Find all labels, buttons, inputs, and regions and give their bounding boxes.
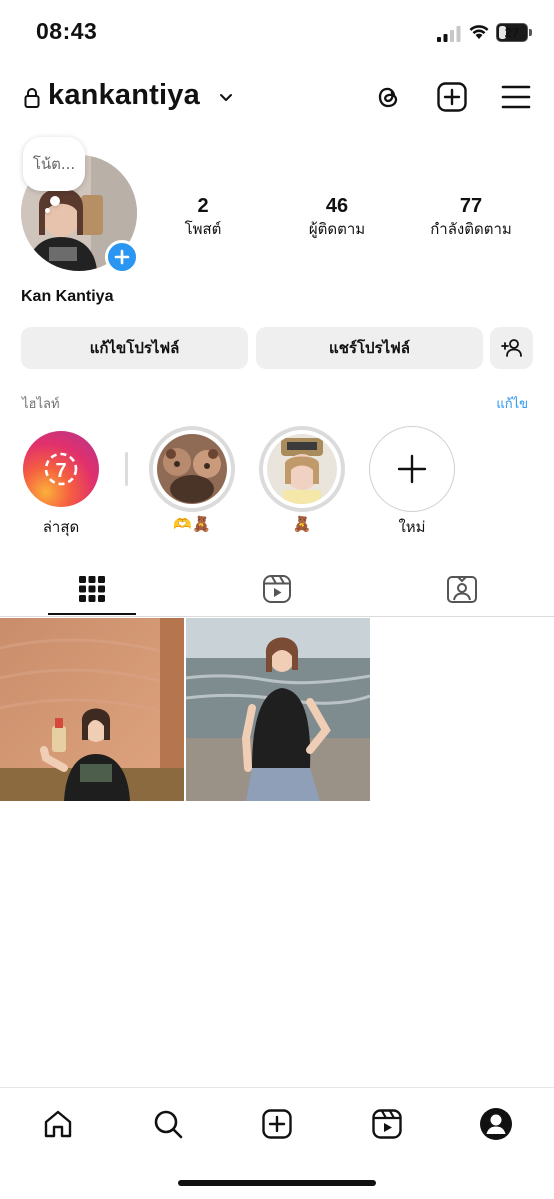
cellular-signal-icon — [437, 26, 461, 42]
note-bubble-tail-small — [45, 208, 50, 213]
chevron-down-icon[interactable] — [219, 90, 233, 104]
posts-label: โพสต์ — [184, 220, 222, 238]
reels-icon — [263, 575, 291, 603]
highlight-cover-1 — [149, 426, 235, 512]
menu-icon[interactable] — [501, 84, 531, 110]
grid-icon — [79, 576, 105, 602]
highlight-cover-2 — [259, 426, 345, 512]
lock-icon — [24, 88, 40, 108]
status-time: 08:43 — [36, 18, 98, 44]
post-photo-2 — [186, 618, 370, 801]
highlight-new-label: ใหม่ — [398, 518, 426, 536]
stat-followers[interactable]: 46 ผู้ติดตาม — [272, 194, 402, 240]
highlights-edit-link[interactable]: แก้ไข — [496, 393, 528, 414]
search-icon — [154, 1110, 183, 1139]
followers-label: ผู้ติดตาม — [308, 220, 366, 238]
battery-percent: 27 — [504, 25, 520, 40]
create-post-button[interactable] — [435, 80, 469, 114]
username-switcher[interactable]: kankantiya — [48, 79, 200, 112]
note-bubble-tail — [50, 196, 60, 206]
menu-button[interactable] — [499, 80, 533, 114]
tabs-divider — [0, 616, 554, 617]
status-bar: 08:43 27 — [0, 0, 554, 64]
note-placeholder: โน้ต... — [32, 155, 76, 173]
tab-grid[interactable] — [48, 564, 136, 614]
highlight-photo-1 — [157, 434, 227, 504]
share-profile-label: แชร์โปรไฟล์ — [329, 339, 410, 357]
tagged-icon — [447, 576, 477, 603]
highlights-title: ไฮไลท์ — [22, 397, 60, 412]
highlight-photo-2 — [267, 434, 337, 504]
active-tab-indicator — [48, 613, 136, 615]
following-count: 77 — [459, 195, 483, 217]
profile-header: kankantiya — [0, 74, 554, 124]
battery-indicator: 27 — [496, 23, 532, 42]
share-profile-button[interactable]: แชร์โปรไฟล์ — [256, 327, 483, 369]
edit-profile-button[interactable]: แก้ไขโปรไฟล์ — [21, 327, 248, 369]
highlights-divider — [125, 452, 128, 486]
add-person-icon — [500, 339, 522, 357]
threads-icon[interactable] — [373, 82, 403, 112]
edit-profile-label: แก้ไขโปรไฟล์ — [89, 339, 180, 357]
note-bubble[interactable]: โน้ต... — [23, 137, 85, 191]
nav-reels[interactable] — [367, 1104, 407, 1144]
plus-icon — [114, 249, 130, 265]
posts-count: 2 — [197, 195, 209, 217]
highlight-latest-label: ล่าสุด — [42, 518, 80, 536]
reels-icon — [372, 1109, 402, 1139]
post-thumbnail-2[interactable] — [186, 618, 370, 801]
create-post-icon[interactable] — [436, 81, 468, 113]
stat-posts[interactable]: 2 โพสต์ — [138, 194, 268, 240]
post-thumbnail-1[interactable] — [0, 618, 184, 801]
following-label: กำลังติดตาม — [430, 220, 512, 238]
new-highlight-circle — [369, 426, 455, 512]
add-story-button[interactable] — [105, 240, 139, 274]
tab-tagged[interactable] — [418, 564, 506, 614]
threads-button[interactable] — [371, 80, 405, 114]
stat-following[interactable]: 77 กำลังติดตาม — [406, 194, 536, 240]
nav-search[interactable] — [148, 1104, 188, 1144]
discover-people-button[interactable] — [490, 327, 533, 369]
highlight-label-1: 🫶🧸 — [173, 515, 211, 533]
nav-create[interactable] — [257, 1104, 297, 1144]
nav-profile[interactable] — [476, 1104, 516, 1144]
profile-icon — [480, 1108, 512, 1140]
latest-count: 7 — [55, 460, 66, 482]
home-icon — [44, 1110, 72, 1138]
latest-stories-circle: 7 — [23, 431, 99, 507]
home-indicator[interactable] — [178, 1180, 376, 1186]
highlight-label-2: 🧸 — [292, 515, 312, 533]
display-name: Kan Kantiya — [21, 288, 114, 305]
tab-reels[interactable] — [233, 564, 321, 614]
plus-icon — [397, 454, 427, 484]
wifi-icon — [469, 25, 489, 39]
recent-stories-icon: 7 — [44, 452, 78, 486]
create-icon — [262, 1109, 292, 1139]
post-photo-1 — [0, 618, 184, 801]
followers-count: 46 — [325, 195, 349, 217]
nav-home[interactable] — [38, 1104, 78, 1144]
